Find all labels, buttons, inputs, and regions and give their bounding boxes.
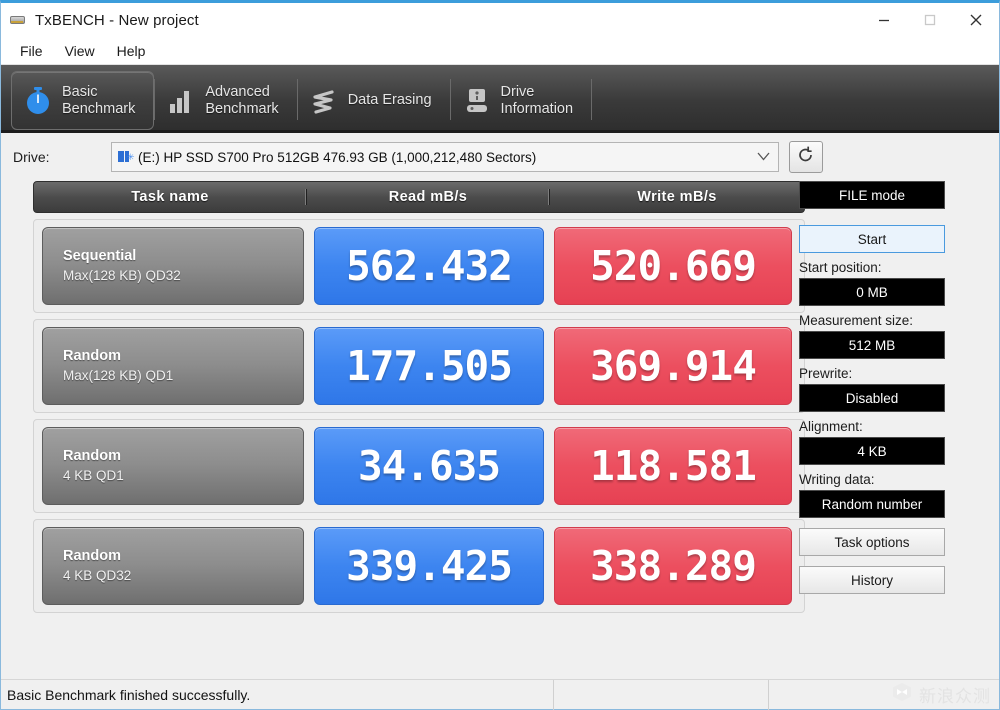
prewrite-label: Prewrite: <box>799 366 853 381</box>
measurement-size-label: Measurement size: <box>799 313 914 328</box>
menu-help[interactable]: Help <box>106 40 157 62</box>
write-value-cell: 520.669 <box>554 227 792 305</box>
start-position-label: Start position: <box>799 260 882 275</box>
settings-sidebar: FILE mode Start Start position: 0 MB Mea… <box>791 181 969 636</box>
benchmark-results: Task name Read mB/s Write mB/s Sequentia… <box>1 181 805 636</box>
watermark-text: 新浪众测 <box>919 687 991 706</box>
writing-data-label: Writing data: <box>799 472 875 487</box>
menu-file[interactable]: File <box>9 40 54 62</box>
write-value-cell: 369.914 <box>554 327 792 405</box>
menu-bar: File View Help <box>1 37 999 65</box>
tab-label: Advanced Benchmark <box>205 83 279 117</box>
file-mode-button[interactable]: FILE mode <box>799 181 945 209</box>
cube-logo-icon <box>891 681 913 708</box>
txbench-window: TxBENCH - New project File View Help Bas… <box>0 0 1000 710</box>
main-content: Task name Read mB/s Write mB/s Sequentia… <box>1 181 999 636</box>
task-name-cell: Random Max(128 KB) QD1 <box>42 327 304 405</box>
status-message: Basic Benchmark finished successfully. <box>7 686 251 703</box>
status-bar: Basic Benchmark finished successfully. 新… <box>1 679 999 710</box>
bar-chart-icon <box>167 86 195 116</box>
stopwatch-icon <box>24 86 52 116</box>
table-row[interactable]: Random 4 KB QD1 34.635 118.581 <box>33 419 805 513</box>
task-name-secondary: Max(128 KB) QD1 <box>63 368 174 383</box>
task-options-button[interactable]: Task options <box>799 528 945 556</box>
drive-value: (E:) HP SSD S700 Pro 512GB 476.93 GB (1,… <box>138 149 537 165</box>
column-header-task-name: Task name <box>131 189 209 205</box>
task-name-secondary: Max(128 KB) QD32 <box>63 268 181 283</box>
read-value-cell: 177.505 <box>314 327 544 405</box>
drive-combobox[interactable]: ✳ (E:) HP SSD S700 Pro 512GB 476.93 GB (… <box>111 142 779 172</box>
disk-drive-info-icon <box>463 86 491 116</box>
maximize-button[interactable] <box>907 3 953 37</box>
minimize-button[interactable] <box>861 3 907 37</box>
table-header: Task name Read mB/s Write mB/s <box>33 181 805 213</box>
tab-advanced-benchmark[interactable]: Advanced Benchmark <box>155 71 296 130</box>
measurement-size-value[interactable]: 512 MB <box>799 331 945 359</box>
status-segment <box>553 679 768 710</box>
task-name-primary: Random <box>63 348 121 364</box>
hard-disk-icon <box>9 12 27 28</box>
tab-label: Data Erasing <box>347 92 432 108</box>
refresh-button[interactable] <box>789 141 823 173</box>
start-position-value[interactable]: 0 MB <box>799 278 945 306</box>
watermark: 新浪众测 <box>768 679 999 710</box>
task-name-primary: Random <box>63 548 121 564</box>
task-name-cell: Random 4 KB QD32 <box>42 527 304 605</box>
alignment-value[interactable]: 4 KB <box>799 437 945 465</box>
tab-divider <box>591 79 593 120</box>
table-row[interactable]: Random Max(128 KB) QD1 177.505 369.914 <box>33 319 805 413</box>
close-button[interactable] <box>953 3 999 37</box>
drive-selector-row: Drive: ✳ (E:) HP SSD S700 Pro 512GB 476.… <box>1 133 999 181</box>
window-title: TxBENCH - New project <box>35 11 199 29</box>
task-name-cell: Sequential Max(128 KB) QD32 <box>42 227 304 305</box>
drive-small-icon: ✳ <box>118 150 135 164</box>
chevron-down-icon[interactable] <box>757 148 770 166</box>
tab-label: Basic Benchmark <box>62 83 136 117</box>
table-body: Sequential Max(128 KB) QD32 562.432 520.… <box>33 219 805 613</box>
history-button[interactable]: History <box>799 566 945 594</box>
write-value-cell: 338.289 <box>554 527 792 605</box>
scribble-erase-icon <box>310 86 338 116</box>
table-row[interactable]: Random 4 KB QD32 339.425 338.289 <box>33 519 805 613</box>
start-button[interactable]: Start <box>799 225 945 253</box>
title-bar: TxBENCH - New project <box>1 3 999 37</box>
tab-label: Drive Information <box>500 83 574 117</box>
tab-strip: Basic Benchmark Advanced Benchmark Data … <box>1 65 999 133</box>
table-row[interactable]: Sequential Max(128 KB) QD32 562.432 520.… <box>33 219 805 313</box>
writing-data-value[interactable]: Random number <box>799 490 945 518</box>
task-name-primary: Sequential <box>63 248 137 264</box>
column-header-write: Write mB/s <box>549 189 804 205</box>
task-name-secondary: 4 KB QD32 <box>63 568 132 583</box>
tab-drive-information[interactable]: Drive Information <box>451 71 592 130</box>
task-name-secondary: 4 KB QD1 <box>63 468 124 483</box>
read-value-cell: 34.635 <box>314 427 544 505</box>
tab-basic-benchmark[interactable]: Basic Benchmark <box>11 71 155 130</box>
write-value-cell: 118.581 <box>554 427 792 505</box>
task-name-cell: Random 4 KB QD1 <box>42 427 304 505</box>
column-header-read: Read mB/s <box>306 189 549 205</box>
tab-data-erasing[interactable]: Data Erasing <box>298 71 450 130</box>
drive-label: Drive: <box>13 149 50 165</box>
menu-view[interactable]: View <box>54 40 106 62</box>
task-name-primary: Random <box>63 448 121 464</box>
alignment-label: Alignment: <box>799 419 863 434</box>
read-value-cell: 339.425 <box>314 527 544 605</box>
read-value-cell: 562.432 <box>314 227 544 305</box>
refresh-icon <box>796 145 816 170</box>
prewrite-value[interactable]: Disabled <box>799 384 945 412</box>
window-controls <box>861 3 999 37</box>
